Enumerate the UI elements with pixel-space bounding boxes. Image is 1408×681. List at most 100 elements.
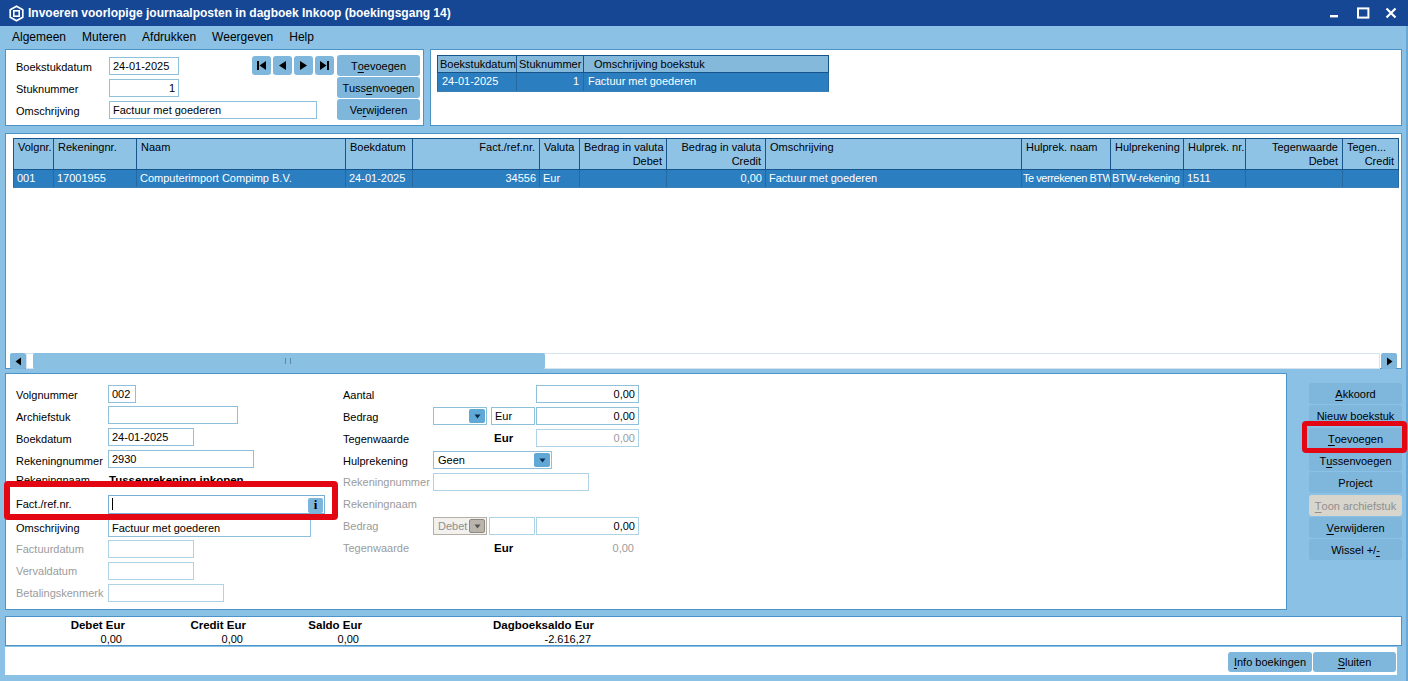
tegenwaarde-label: Tegenwaarde [343, 430, 409, 448]
omschrijving-label: Omschrijving [16, 102, 80, 120]
column-header[interactable]: TegenwaardeDebet [1245, 138, 1342, 170]
window-controls [1328, 0, 1398, 26]
verwijderen-regel-button[interactable]: Verwijderen [1309, 517, 1402, 538]
volgnummer-input[interactable]: 002 [108, 385, 136, 403]
cell-boekdatum: 24-01-2025 [345, 170, 412, 187]
project-button[interactable]: Project [1309, 472, 1402, 493]
column-header[interactable]: Tegen...Credit [1342, 138, 1399, 170]
column-header-label: Bedrag in valuta [584, 140, 662, 154]
app-icon [8, 5, 25, 22]
summary-panel: Debet Eur 0,00 Credit Eur 0,00 Saldo Eur… [5, 616, 1402, 646]
menu-afdrukken[interactable]: Afdrukken [134, 26, 204, 48]
toevoegen-button[interactable]: Toevoegen [337, 55, 420, 76]
column-header-label: Rekeningnr. [58, 140, 132, 154]
summary-label: Saldo Eur [262, 619, 362, 632]
rekeningnummer-input[interactable]: 2930 [108, 450, 254, 468]
tussenvoegen-regel-button[interactable]: Tussenvoegen [1309, 450, 1402, 471]
dropdown-arrow-icon[interactable] [534, 453, 550, 467]
bedrag-valuta-select[interactable] [433, 407, 487, 425]
column-header-label: Omschrijving [770, 140, 1017, 154]
previous-record-button[interactable] [273, 56, 292, 75]
dropdown-arrow-icon [469, 519, 485, 533]
column-header[interactable]: Volgnr. [13, 138, 53, 170]
close-button[interactable] [1384, 6, 1398, 20]
summary-label: Credit Eur [146, 619, 246, 632]
betalingskenmerk-input[interactable] [108, 584, 224, 602]
journal-grid: Volgnr. Rekeningnr. Naam Boekdatum Fact.… [13, 138, 1399, 188]
column-header[interactable]: Stuknummer [516, 55, 583, 73]
cell-bedrag-debet [579, 170, 666, 187]
stuknummer-input[interactable]: 1 [109, 79, 179, 97]
omschrijving-detail-input[interactable]: Factuur met goederen [108, 519, 311, 537]
tegenwaarde2-label: Tegenwaarde [343, 539, 409, 557]
toon-archiefstuk-button[interactable]: Toon archiefstuk [1309, 495, 1402, 516]
minimize-button[interactable] [1328, 6, 1342, 20]
menu-weergeven[interactable]: Weergeven [204, 26, 281, 48]
column-header[interactable]: Omschrijving [765, 138, 1021, 170]
cell-tegenwaarde-debet [1245, 170, 1342, 187]
column-header[interactable]: Valuta [539, 138, 579, 170]
journal-row-selected[interactable]: 001 17001955 Computerimport Compimp B.V.… [13, 170, 1399, 188]
tussenvoegen-button[interactable]: Tussenvoegen [337, 77, 420, 98]
maximize-button[interactable] [1356, 6, 1370, 20]
betalingskenmerk-label: Betalingskenmerk [16, 584, 103, 602]
last-record-button[interactable] [315, 56, 334, 75]
aantal-input[interactable]: 0,00 [536, 385, 639, 403]
scroll-left-button[interactable] [10, 353, 26, 369]
cell-factrefnr: 34556 [412, 170, 539, 187]
akkoord-button[interactable]: Akkoord [1309, 383, 1402, 404]
stuknummer-label: Stuknummer [16, 80, 78, 98]
scroll-right-icon [1385, 357, 1394, 366]
omschrijving-input[interactable]: Factuur met goederen [109, 101, 317, 119]
scroll-right-button[interactable] [1381, 353, 1397, 369]
maximize-icon [1357, 7, 1370, 19]
column-header-label: Bedrag in valuta [671, 140, 761, 154]
boekstukdatum-input[interactable]: 24-01-2025 [109, 57, 179, 75]
vervaldatum-input[interactable] [108, 562, 194, 580]
bedrag-currency-box: Eur [491, 407, 535, 425]
tegenwaarde-input: 0,00 [536, 429, 639, 447]
hulprekening-select[interactable]: Geen [433, 451, 552, 469]
next-record-button[interactable] [294, 56, 313, 75]
verwijderen-button[interactable]: Verwijderen [337, 99, 420, 120]
boekstuk-row-selected[interactable]: 24-01-2025 1 Factuur met goederen [437, 73, 829, 92]
column-header[interactable]: Fact./ref.nr. [412, 138, 539, 170]
column-header[interactable]: Naam [136, 138, 345, 170]
column-header[interactable]: Rekeningnr. [53, 138, 136, 170]
first-record-button[interactable] [252, 56, 271, 75]
column-header[interactable]: Boekdatum [345, 138, 412, 170]
boekstuk-header-panel: Boekstukdatum Stuknummer Omschrijving 24… [5, 49, 424, 126]
menu-algemeen[interactable]: Algemeen [4, 26, 74, 48]
factuurdatum-input[interactable] [108, 540, 194, 558]
menu-help[interactable]: Help [281, 26, 322, 48]
column-header[interactable]: Omschrijving boekstuk [583, 55, 829, 73]
column-header[interactable]: Hulprekening [1110, 138, 1183, 170]
titlebar: Invoeren voorlopige journaalposten in da… [0, 0, 1408, 26]
rekeningnummer2-input[interactable] [433, 473, 589, 491]
column-header-label: Hulprek. nr. [1188, 140, 1241, 154]
column-header[interactable]: Bedrag in valutaCredit [666, 138, 765, 170]
bedrag-label: Bedrag [343, 408, 378, 426]
menu-muteren[interactable]: Muteren [74, 26, 134, 48]
summary-saldo: Saldo Eur 0,00 [262, 619, 362, 646]
scrollbar-thumb[interactable] [33, 353, 545, 369]
column-header[interactable]: Hulprek. nr. [1183, 138, 1245, 170]
omschrijving-detail-label: Omschrijving [16, 519, 80, 537]
sluiten-button[interactable]: Sluiten [1313, 652, 1396, 672]
archiefstuk-input[interactable] [108, 406, 238, 424]
column-header[interactable]: Bedrag in valutaDebet [579, 138, 666, 170]
app-window: Invoeren voorlopige journaalposten in da… [0, 0, 1408, 681]
volgnummer-label: Volgnummer [16, 386, 78, 404]
bedrag-input[interactable]: 0,00 [536, 407, 639, 425]
thumb-grip-icon [285, 358, 291, 364]
wissel-button[interactable]: Wissel +/- [1309, 539, 1402, 560]
bedrag2-select-value: Debet [438, 520, 467, 532]
column-header[interactable]: Hulprek. naam [1021, 138, 1110, 170]
column-header[interactable]: Boekstukdatum [437, 55, 516, 73]
info-boekingen-button[interactable]: Info boekingen [1228, 652, 1312, 672]
cell-stuknummer: 1 [516, 73, 583, 91]
rekeningnaam2-label: Rekeningnaam [343, 495, 417, 513]
boekdatum-input[interactable]: 24-01-2025 [108, 428, 194, 446]
footer-strip [5, 647, 1397, 675]
dropdown-arrow-icon[interactable] [469, 409, 485, 423]
